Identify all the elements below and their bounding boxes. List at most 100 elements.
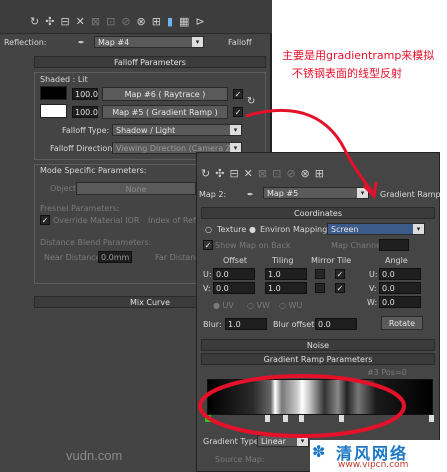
eyedropper-icon[interactable]: ✒: [78, 38, 85, 47]
chevron-down-icon: ▾: [192, 37, 203, 47]
blur-label: Blur:: [203, 320, 222, 329]
ramp-flag-1[interactable]: [265, 415, 270, 422]
override-ior-checkbox[interactable]: ✓: [40, 215, 50, 225]
map-channel-spinner[interactable]: [379, 239, 409, 251]
w-angle-spinner[interactable]: 0.0: [379, 296, 421, 308]
go-forward-icon[interactable]: ▦: [179, 15, 189, 28]
material-id-icon[interactable]: ⊘: [121, 15, 130, 28]
map-button-raytrace[interactable]: Map #6 ( Raytrace ): [102, 87, 228, 101]
map-enable-checkbox-1[interactable]: ✓: [233, 89, 243, 99]
amount-spinner-1[interactable]: 100.0: [72, 88, 98, 100]
blur-offset-label: Blur offset:: [273, 320, 317, 329]
put-to-scene-icon[interactable]: ✣: [215, 167, 224, 180]
gradient-ramp-bar[interactable]: [207, 379, 433, 415]
environ-radio[interactable]: ●: [249, 225, 256, 234]
near-distance-spinner[interactable]: 0.0mm: [98, 251, 132, 263]
pick-material-icon[interactable]: ↻: [30, 15, 39, 28]
u-angle-spinner[interactable]: 0.0: [379, 268, 421, 280]
unique-icon[interactable]: ⊠: [258, 167, 267, 180]
coordinates-rollout[interactable]: Coordinates: [201, 207, 435, 219]
show-end-result-icon[interactable]: ⊞: [152, 15, 161, 28]
vw-radio[interactable]: ○ VW: [247, 301, 270, 310]
ramp-flag-3[interactable]: [299, 415, 304, 422]
ramp-status-label: #3 Pos=0: [367, 368, 407, 377]
ramp-flag-end[interactable]: [429, 415, 434, 422]
map-label: Map 2:: [199, 190, 227, 199]
put-to-scene-icon[interactable]: ✣: [45, 15, 54, 28]
object-pick-button[interactable]: None: [76, 182, 196, 195]
uv-radio[interactable]: ● UV: [213, 301, 234, 310]
falloff-type-dropdown[interactable]: Shadow / Light ▾: [112, 124, 242, 136]
map-enable-checkbox-2[interactable]: ✓: [233, 107, 243, 117]
delete-icon[interactable]: ✕: [244, 167, 253, 180]
mapping-dropdown[interactable]: Screen ▾: [327, 223, 425, 235]
delete-icon[interactable]: ✕: [76, 15, 85, 28]
material-id-icon[interactable]: ⊘: [286, 167, 295, 180]
assign-icon[interactable]: ⊟: [60, 15, 69, 28]
v-mirror-checkbox[interactable]: [315, 283, 325, 293]
map-button-gradient-ramp[interactable]: Map #5 ( Gradient Ramp ): [102, 105, 228, 119]
tiling-label: Tiling: [272, 256, 294, 265]
chevron-down-icon: ▾: [357, 188, 368, 198]
falloff-direction-label: Falloff Direction:: [50, 144, 115, 153]
blur-spinner[interactable]: 1.0: [225, 318, 267, 330]
rollout-title: Coordinates: [293, 209, 343, 218]
vw-label: VW: [256, 301, 270, 310]
u-mirror-checkbox[interactable]: [315, 269, 325, 279]
u-offset-spinner[interactable]: 0.0: [213, 268, 255, 280]
copy-icon[interactable]: ⊡: [272, 167, 281, 180]
texture-radio[interactable]: ○: [205, 225, 212, 234]
ramp-flag-2[interactable]: [283, 415, 288, 422]
amount-spinner-2[interactable]: 100.0: [72, 106, 98, 118]
fresnel-label: Fresnel Parameters:: [40, 204, 120, 213]
mapping-label: Mapping:: [293, 225, 331, 234]
color-swatch-black[interactable]: [40, 86, 67, 100]
offset-label: Offset: [223, 256, 248, 265]
show-map-on-back-checkbox[interactable]: ✓: [203, 240, 213, 250]
falloff-parameters-rollout[interactable]: Falloff Parameters: [34, 56, 266, 68]
u-tile-checkbox[interactable]: ✓: [335, 269, 345, 279]
map-type-label[interactable]: Falloff: [228, 38, 252, 47]
near-distance-label: Near Distance:: [44, 253, 104, 262]
watermark-logo: ✽ 清风网络 www.vipcn.com: [310, 440, 447, 472]
pick-material-icon[interactable]: ↻: [201, 167, 210, 180]
rotate-button[interactable]: Rotate: [381, 316, 423, 330]
ramp-flag-start[interactable]: [205, 415, 211, 422]
noise-rollout[interactable]: Noise: [201, 339, 435, 351]
go-to-parent-icon[interactable]: ▮: [167, 15, 173, 28]
gradient-type-dropdown[interactable]: Linear ▾: [257, 435, 309, 447]
swap-colors-icon[interactable]: ↻: [247, 96, 255, 107]
more-icon[interactable]: ⊳: [195, 15, 204, 28]
u-tiling-spinner[interactable]: 1.0: [265, 268, 307, 280]
v-label: V:: [203, 284, 211, 293]
top-toolbar: ↻ ✣ ⊟ ✕ ⊠ ⊡ ⊘ ⊗ ⊞ ▮ ▦ ⊳: [0, 0, 272, 34]
map-name-field[interactable]: Map #4 ▾: [94, 36, 204, 48]
chevron-down-icon: ▾: [413, 224, 424, 234]
gradient-ramp-parameters-rollout[interactable]: Gradient Ramp Parameters: [201, 353, 435, 365]
show-end-result-icon[interactable]: ⊞: [315, 167, 324, 180]
show-map-icon[interactable]: ⊗: [137, 15, 146, 28]
u-label: U:: [203, 270, 212, 279]
eyedropper-icon[interactable]: ✒: [247, 190, 254, 199]
v-tiling-spinner[interactable]: 1.0: [265, 282, 307, 294]
v-angle-spinner[interactable]: 0.0: [379, 282, 421, 294]
wu-radio[interactable]: ○ WU: [279, 301, 302, 310]
v-offset-spinner[interactable]: 0.0: [213, 282, 255, 294]
copy-icon[interactable]: ⊡: [106, 15, 115, 28]
mode-specific-label: Mode Specific Parameters:: [40, 166, 147, 175]
falloff-type-label: Falloff Type:: [62, 126, 110, 135]
map-name-field[interactable]: Map #5 ▾: [263, 187, 369, 199]
v-tile-checkbox[interactable]: ✓: [335, 283, 345, 293]
override-ior-label: Override Material IOR: [53, 216, 140, 225]
map-type-label[interactable]: Gradient Ramp: [380, 190, 441, 199]
chevron-down-icon: ▾: [230, 125, 241, 135]
show-map-on-back-label: Show Map on Back: [215, 241, 291, 250]
ramp-flag-4[interactable]: [339, 415, 344, 422]
v-angle-label: V:: [369, 284, 377, 293]
show-map-icon[interactable]: ⊗: [301, 167, 310, 180]
reflection-label: Reflection:: [4, 38, 47, 47]
blur-offset-spinner[interactable]: 0.0: [315, 318, 357, 330]
unique-icon[interactable]: ⊠: [91, 15, 100, 28]
color-swatch-white[interactable]: [40, 104, 67, 118]
assign-icon[interactable]: ⊟: [229, 167, 238, 180]
